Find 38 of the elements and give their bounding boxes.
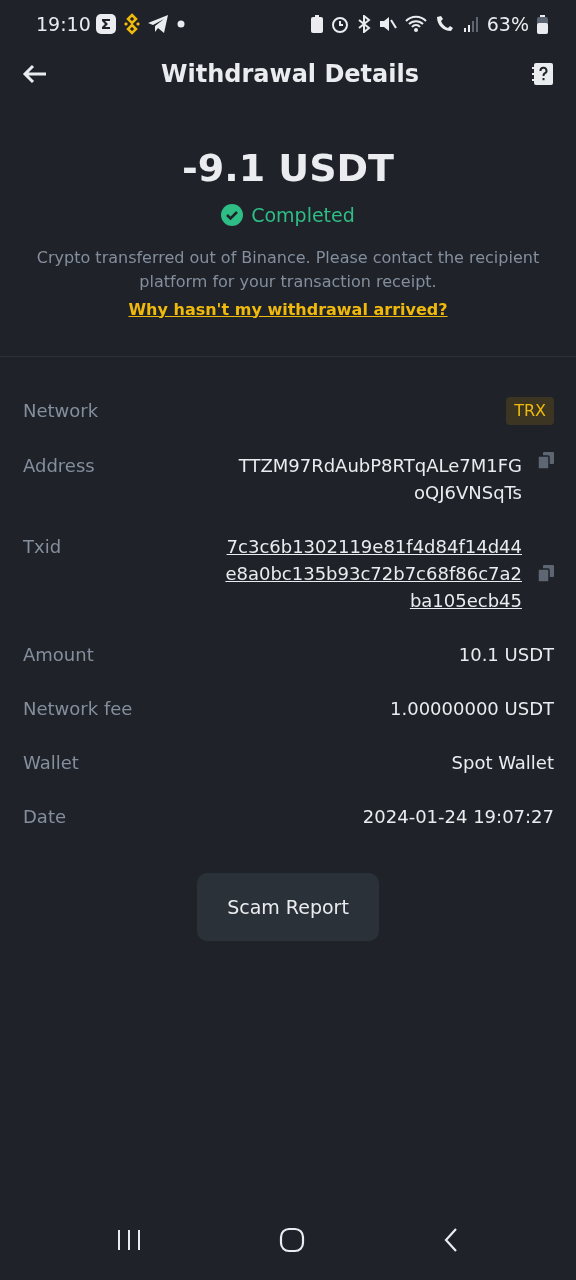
bluetooth-icon [356, 15, 371, 33]
copy-icon[interactable] [538, 451, 554, 469]
check-circle-icon [221, 204, 244, 227]
copy-icon[interactable] [538, 564, 554, 582]
mute-icon [378, 15, 397, 33]
detail-value: 2024-01-24 19:07:27 [362, 804, 554, 829]
detail-label: Txid [23, 534, 62, 559]
page-title: Withdrawal Details [161, 59, 419, 90]
network-badge: TRX [506, 396, 554, 425]
battery-percent: 63% [486, 11, 529, 37]
home-icon[interactable] [279, 1227, 305, 1253]
wifi-icon [404, 15, 427, 33]
detail-label: Network fee [23, 696, 133, 721]
clock-time: 19:10 [36, 11, 91, 37]
txid-link[interactable]: 7c3c6b1302119e81f4d84f14d44 e8a0bc135b93c72b7c68f86c7a2 ba105ecb45 [225, 532, 522, 614]
back-arrow-icon[interactable] [22, 64, 48, 84]
paper-plane-icon [146, 14, 169, 34]
detail-label: Address [23, 453, 95, 478]
signal-icon [462, 15, 479, 33]
detail-value: Spot Wallet [451, 750, 554, 775]
detail-value: 10.1 USDT [458, 642, 554, 667]
detail-label: Date [23, 804, 67, 829]
help-document-icon[interactable] [532, 62, 554, 86]
detail-label: Amount [23, 642, 94, 667]
app-icon [94, 13, 117, 35]
detail-value: 1.00000000 USDT [390, 696, 554, 721]
alarm-icon [330, 15, 349, 33]
battery-icon [537, 14, 548, 34]
recent-apps-icon[interactable] [116, 1228, 143, 1252]
info-text: Crypto transferred out of Binance. Please contact the recipient platform for your transaction receipt. [35, 246, 541, 293]
detail-label: Wallet [23, 750, 79, 775]
scam-report-button[interactable]: Scam Report [197, 872, 379, 941]
withdrawal-amount: -9.1 USDT [182, 145, 394, 192]
status-text: Completed [251, 203, 355, 228]
address-value: TTZM97RdAubP8RTqALe7M1FG oQJ6VNSqTs [238, 453, 522, 505]
help-link[interactable]: Why hasn't my withdrawal arrived? [128, 297, 448, 322]
detail-label: Network [23, 398, 99, 423]
battery-saver-icon [310, 15, 323, 33]
